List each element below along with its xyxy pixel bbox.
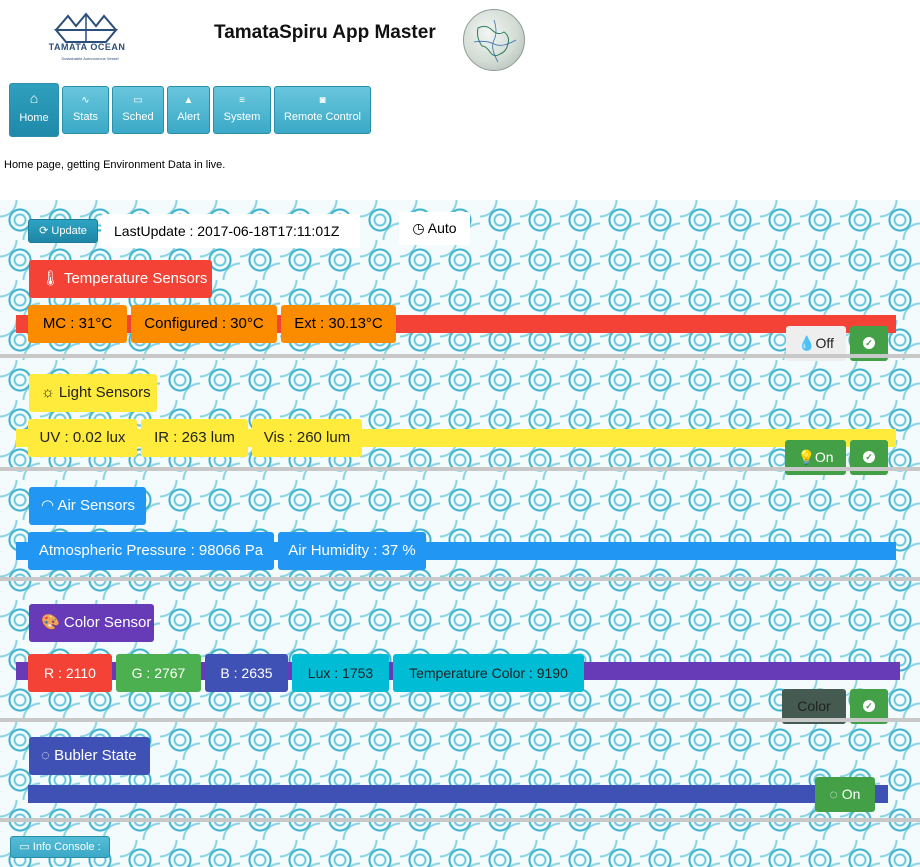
- light-title: Light Sensors: [58, 384, 151, 401]
- light-header: ☼ Light Sensors: [29, 374, 157, 412]
- air-header: ◠ Air Sensors: [29, 487, 146, 525]
- nav-sched[interactable]: ▭ Sched: [112, 86, 164, 134]
- color-b: B : 2635: [205, 654, 288, 692]
- bubler-header: ◌ Bubler State: [29, 737, 150, 775]
- update-label: Update: [51, 225, 87, 237]
- temperature-mc: MC : 31°C: [28, 305, 127, 343]
- gauge-icon: ◠: [41, 497, 58, 514]
- check-icon: ✓: [863, 451, 875, 463]
- home-icon: ⌂: [29, 90, 39, 106]
- nav-remote-control[interactable]: ◙ Remote Control: [274, 86, 371, 134]
- temperature-configured: Configured : 30°C: [131, 305, 277, 343]
- logo-text: TAMATA OCEAN: [48, 42, 126, 52]
- light-ir: IR : 263 lum: [141, 419, 248, 457]
- section-divider: [0, 718, 920, 722]
- app-title: TamataSpiru App Master: [214, 22, 436, 43]
- nav-system[interactable]: ≡ System: [213, 86, 271, 134]
- temperature-ext: Ext : 30.13°C: [281, 305, 396, 343]
- nav-stats-label: Stats: [72, 111, 99, 123]
- spinner-icon: ◌: [829, 786, 842, 802]
- clock-icon: ◷: [412, 220, 428, 236]
- monitor-icon: ▭: [19, 841, 33, 853]
- page-description: Home page, getting Environment Data in l…: [4, 159, 226, 171]
- calendar-icon: ▭: [133, 95, 143, 106]
- color-lux: Lux : 1753: [292, 654, 389, 692]
- section-divider: [0, 577, 920, 581]
- bubler-title: Bubler State: [54, 747, 137, 764]
- section-divider: [0, 467, 920, 471]
- drop-icon: 💧: [798, 335, 816, 351]
- temperature-toggle-label: Off: [815, 335, 834, 351]
- globe-map-icon: [463, 9, 525, 71]
- nav-stats[interactable]: ∿ Stats: [62, 86, 109, 134]
- nav-home-label: Home: [19, 112, 49, 124]
- check-icon: ✓: [863, 700, 875, 712]
- gamepad-icon: ◙: [319, 95, 326, 106]
- temperature-title: Temperature Sensors: [63, 270, 208, 287]
- auto-button[interactable]: ◷ Auto: [399, 212, 470, 245]
- air-title: Air Sensors: [57, 497, 135, 514]
- sun-icon: ☼: [41, 384, 59, 401]
- list-icon: ≡: [239, 95, 245, 106]
- auto-label: Auto: [427, 220, 457, 236]
- bubler-toggle-button[interactable]: ◌ On: [815, 777, 875, 812]
- temperature-header: 🌡 Temperature Sensors: [29, 260, 212, 298]
- thermometer-icon: 🌡: [41, 270, 64, 287]
- nav-system-label: System: [223, 111, 261, 123]
- spinner-icon: ◌: [41, 747, 55, 764]
- light-uv: UV : 0.02 lux: [28, 419, 137, 457]
- air-humidity: Air Humidity : 37 %: [278, 532, 426, 570]
- check-icon: ✓: [863, 337, 875, 349]
- bubler-bar: [28, 785, 888, 803]
- update-button[interactable]: ⟳ Update: [28, 219, 98, 243]
- air-pressure: Atmospheric Pressure : 98066 Pa: [28, 532, 274, 570]
- light-toggle-label: On: [814, 449, 834, 465]
- pulse-icon: ∿: [81, 95, 90, 106]
- logo-tagline: Sustainable Autonomous Vessel: [61, 56, 119, 61]
- palette-icon: 🎨: [41, 614, 64, 631]
- section-divider: [0, 354, 920, 358]
- light-vis: Vis : 260 lum: [252, 419, 362, 457]
- color-r: R : 2110: [28, 654, 112, 692]
- nav-alert-label: Alert: [177, 111, 200, 123]
- nav-alert[interactable]: ▲ Alert: [167, 86, 210, 134]
- refresh-icon: ⟳: [39, 225, 52, 237]
- color-temperature: Temperature Color : 9190: [393, 654, 584, 692]
- info-console-button[interactable]: ▭ Info Console :: [10, 836, 110, 858]
- bubler-toggle-label: On: [841, 786, 861, 802]
- nav-home[interactable]: ⌂ Home: [9, 83, 59, 137]
- nav-sched-label: Sched: [122, 111, 154, 123]
- section-divider: [0, 818, 920, 822]
- bulb-icon: 💡: [797, 449, 815, 465]
- color-header: 🎨 Color Sensor: [29, 604, 154, 642]
- nav-remote-control-label: Remote Control: [283, 111, 362, 123]
- info-console-label: Info Console :: [32, 841, 101, 853]
- warning-icon: ▲: [183, 95, 194, 106]
- last-update: LastUpdate : 2017-06-18T17:11:01Z: [101, 214, 360, 248]
- color-title: Color Sensor: [63, 614, 152, 631]
- color-g: G : 2767: [116, 654, 201, 692]
